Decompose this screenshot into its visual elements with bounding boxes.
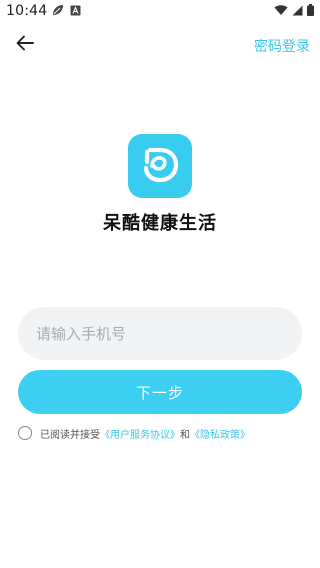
leaf-icon [52,4,64,16]
app-name: 呆酷健康生活 [103,213,217,234]
battery-icon [307,4,314,16]
app-logo-icon [138,142,182,190]
arrow-left-icon [16,35,34,55]
status-bar: 10:44 [0,0,320,24]
agreement-checkbox[interactable] [18,426,32,440]
status-time: 10:44 [6,3,48,19]
app-logo [128,134,192,198]
agreement-connector: 和 [180,429,190,441]
phone-input-container[interactable] [18,307,302,360]
privacy-policy-link[interactable]: 《隐私政策》 [190,426,250,441]
back-button[interactable] [14,34,36,56]
user-agreement-link[interactable]: 《用户服务协议》 [100,426,180,441]
agreement-row: 已阅读并接受 《用户服务协议》 和 《隐私政策》 [18,424,308,442]
status-left-icons [52,4,81,16]
agreement-prefix: 已阅读并接受 [40,429,100,441]
next-step-button[interactable]: 下一步 [18,370,302,414]
signal-icon [292,5,303,16]
phone-input[interactable] [34,323,278,344]
password-login-link[interactable]: 密码登录 [254,36,310,56]
status-right-icons [274,4,314,16]
a-box-icon [70,5,81,16]
login-screen: 10:44 密码登录 呆酷健康生活 请输入手机号 下一步 已阅读并接受 《用户服… [0,0,320,568]
wifi-icon [274,4,288,16]
